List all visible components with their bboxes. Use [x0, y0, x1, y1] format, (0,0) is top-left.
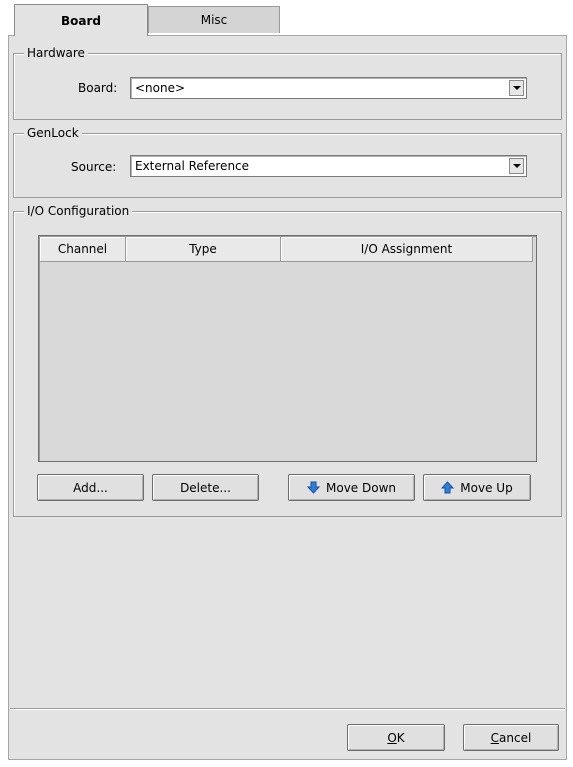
board-settings-dialog: Board Misc Hardware Board: <none> GenLoc…	[8, 4, 567, 760]
footer-separator-highlight	[10, 709, 565, 710]
add-button[interactable]: Add...	[37, 474, 144, 501]
column-header-io-assignment[interactable]: I/O Assignment	[281, 237, 533, 262]
cancel-button-label: ancel	[499, 730, 532, 745]
ok-mnemonic: O	[387, 730, 397, 745]
ok-button-label: K	[396, 730, 405, 745]
tab-misc-label: Misc	[200, 13, 228, 27]
cancel-button[interactable]: Cancel	[463, 724, 559, 751]
genlock-group-label: GenLock	[24, 125, 82, 141]
ok-button[interactable]: OK	[347, 724, 445, 751]
chevron-down-icon[interactable]	[509, 158, 524, 174]
column-header-channel[interactable]: Channel	[40, 237, 126, 262]
board-label: Board:	[78, 81, 118, 95]
board-select[interactable]: <none>	[130, 77, 527, 99]
arrow-down-icon	[307, 481, 320, 494]
source-select-value: External Reference	[135, 159, 250, 173]
add-button-label: Add...	[73, 480, 108, 495]
source-select[interactable]: External Reference	[130, 155, 527, 177]
chevron-down-icon[interactable]	[509, 80, 524, 96]
table-header: Channel Type I/O Assignment	[40, 237, 535, 262]
tab-board-label: Board	[61, 13, 101, 28]
source-label: Source:	[71, 160, 117, 174]
genlock-group: GenLock Source: External Reference	[13, 125, 562, 198]
tab-panel: Hardware Board: <none> GenLock Source: E…	[8, 35, 567, 760]
arrow-up-icon	[441, 481, 455, 494]
io-configuration-group-label: I/O Configuration	[24, 203, 133, 219]
delete-button-label: Delete...	[180, 480, 231, 495]
board-select-value: <none>	[135, 81, 186, 95]
delete-button[interactable]: Delete...	[152, 474, 259, 501]
tab-misc[interactable]: Misc	[148, 6, 280, 33]
hardware-group-label: Hardware	[24, 45, 88, 61]
cancel-mnemonic: C	[490, 730, 500, 745]
move-up-button-label: Move Up	[460, 480, 513, 495]
hardware-group: Hardware Board: <none>	[13, 45, 562, 120]
io-channel-table[interactable]: Channel Type I/O Assignment	[38, 235, 537, 462]
tab-board[interactable]: Board	[14, 4, 148, 36]
column-header-type[interactable]: Type	[126, 237, 281, 262]
move-up-button[interactable]: Move Up	[423, 474, 531, 501]
move-down-button-label: Move Down	[326, 480, 396, 495]
move-down-button[interactable]: Move Down	[288, 474, 415, 501]
